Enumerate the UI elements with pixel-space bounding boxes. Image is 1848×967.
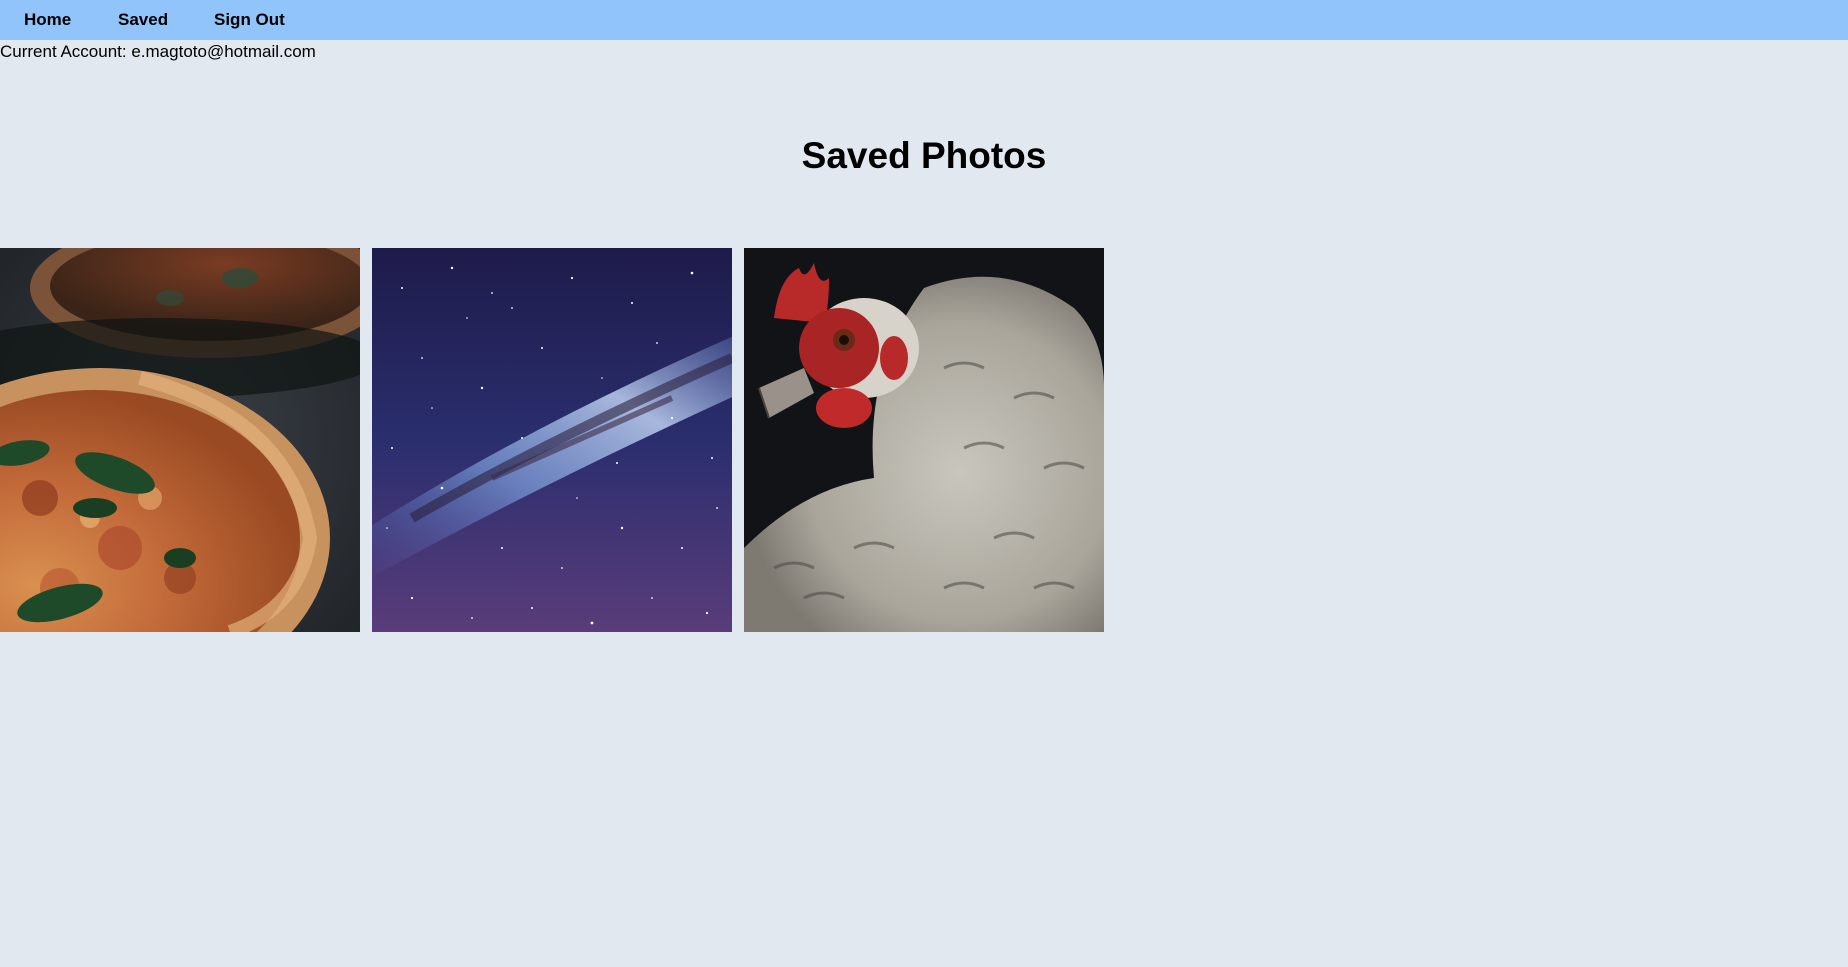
nav-sign-out-link[interactable]: Sign Out [214, 10, 285, 30]
saved-photo-galaxy[interactable] [372, 248, 732, 632]
current-account-label: Current Account: e.magtoto@hotmail.com [0, 42, 316, 61]
top-navbar: Home Saved Sign Out [0, 0, 1848, 40]
saved-photo-chicken[interactable] [744, 248, 1104, 632]
saved-photo-pizza[interactable] [0, 248, 360, 632]
nav-saved-link[interactable]: Saved [118, 10, 168, 30]
nav-home-link[interactable]: Home [24, 10, 71, 30]
page-title: Saved Photos [801, 135, 1047, 176]
